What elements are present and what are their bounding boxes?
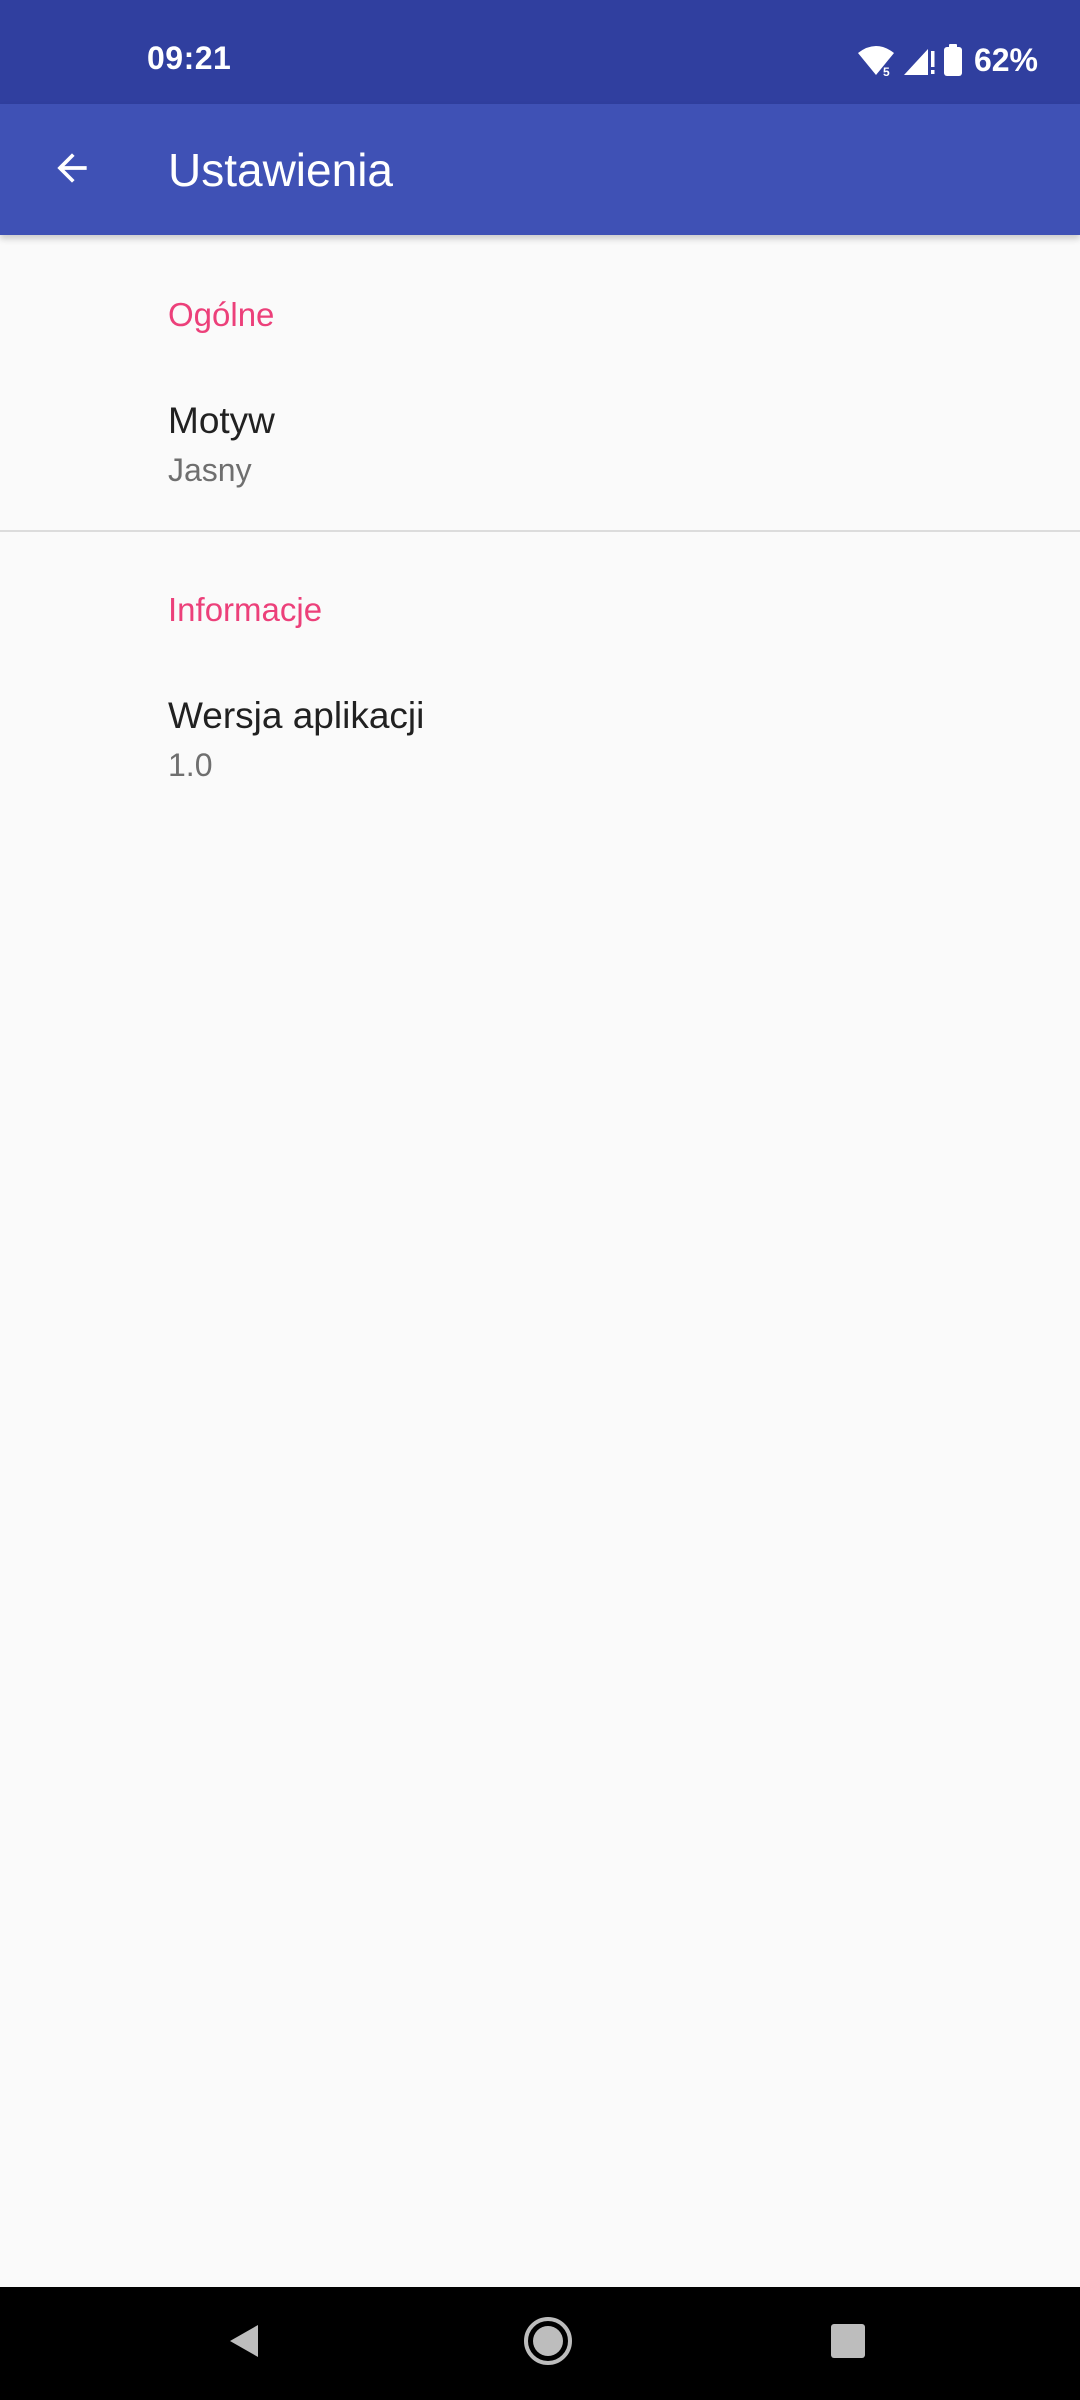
status-bar: 09:21 5 62% <box>0 0 1080 104</box>
navigation-bar <box>0 2287 1080 2400</box>
nav-home-icon <box>522 2315 574 2372</box>
nav-back-icon <box>224 2321 264 2366</box>
arrow-back-icon <box>50 146 94 195</box>
svg-text:5: 5 <box>883 65 890 77</box>
section-header-general: Ogólne <box>168 296 275 333</box>
back-button[interactable] <box>30 128 114 212</box>
section-divider <box>0 530 1080 532</box>
status-icons: 5 62% <box>856 40 1038 80</box>
app-bar: Ustawienia <box>0 104 1080 235</box>
pref-title-theme: Motyw <box>168 400 275 441</box>
app-version-preference[interactable]: Wersja aplikacji 1.0 <box>0 665 1080 815</box>
pref-summary-version: 1.0 <box>168 747 213 783</box>
page-title: Ustawienia <box>168 144 393 196</box>
theme-preference[interactable]: Motyw Jasny <box>0 370 1080 520</box>
nav-back-button[interactable] <box>204 2307 284 2379</box>
pref-summary-theme: Jasny <box>168 452 252 488</box>
section-header-info: Informacje <box>168 591 323 628</box>
wifi-icon: 5 <box>856 43 896 77</box>
cell-signal-icon <box>902 43 936 77</box>
nav-home-button[interactable] <box>508 2307 588 2379</box>
status-time: 09:21 <box>147 40 232 76</box>
battery-percent: 62% <box>973 41 1038 78</box>
pref-title-version: Wersja aplikacji <box>168 695 425 736</box>
nav-recents-icon <box>828 2321 868 2366</box>
settings-screen: 09:21 5 62% Ustawienia Ogólne Motyw Jasn… <box>0 0 1080 2400</box>
nav-recents-button[interactable] <box>808 2307 888 2379</box>
battery-icon <box>942 43 964 77</box>
